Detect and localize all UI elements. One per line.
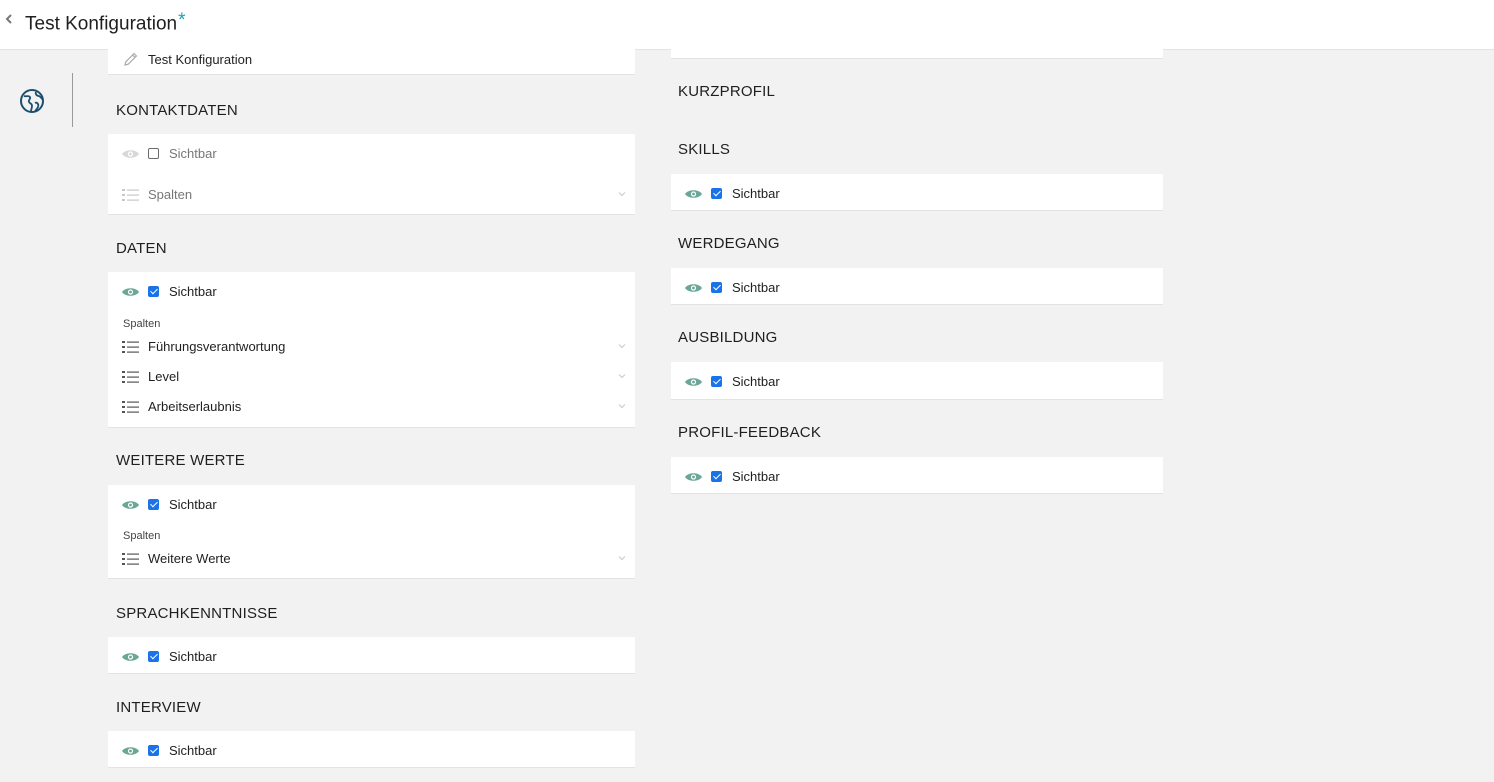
columns-label: Spalten [123,530,161,542]
visible-checkbox[interactable] [711,282,722,293]
eye-icon [685,473,702,481]
column-select-arbeitserlaubnis[interactable]: Arbeitserlaubnis [108,396,635,418]
column-value: Weitere Werte [148,551,231,566]
visibility-row: Sichtbar [108,493,635,517]
card-ausbildung: Sichtbar [671,362,1163,400]
section-title-skills: SKILLS [678,141,731,158]
card-sprachkenntnisse: Sichtbar [108,637,635,674]
chevron-down-icon [618,374,626,379]
columns-placeholder: Spalten [148,187,193,202]
visible-checkbox[interactable] [148,286,159,297]
section-title-werdegang: WERDEGANG [678,235,780,252]
sidebar-divider [72,73,73,127]
visibility-row: Sichtbar [671,276,1163,300]
visible-label: Sichtbar [732,374,780,389]
visible-label: Sichtbar [732,280,780,295]
card-interview: Sichtbar [108,731,635,768]
eye-icon [685,378,702,386]
column-value: Führungsverantwortung [148,339,286,354]
list-icon [122,341,139,353]
eye-icon [685,284,702,292]
card-daten: Sichtbar Spalten Führungsverantwortung L… [108,272,635,428]
visible-checkbox[interactable] [148,499,159,510]
column-select-level[interactable]: Level [108,366,635,388]
chevron-down-icon [618,192,626,197]
visibility-row: Sichtbar [108,739,635,763]
section-title-weitere-werte: WEITERE WERTE [116,452,245,469]
name-field-card: Test Konfiguration [108,48,635,75]
section-title-kurzprofil: KURZPROFIL [678,83,776,100]
visible-label: Sichtbar [169,284,217,299]
pencil-icon [124,52,138,66]
list-icon [122,189,139,201]
eye-icon [122,501,139,509]
card-weitere-werte: Sichtbar Spalten Weitere Werte [108,485,635,579]
visibility-row: Sichtbar [108,280,635,304]
visibility-row: Sichtbar [108,645,635,669]
column-value: Level [148,369,180,384]
visibility-row: Sichtbar [671,182,1163,206]
card-skills: Sichtbar [671,174,1163,211]
card-kontaktdaten: Sichtbar Spalten [108,134,635,215]
visibility-row: Sichtbar [108,142,635,166]
card-werdegang: Sichtbar [671,268,1163,305]
eye-icon [122,288,139,296]
chevron-down-icon [618,344,626,349]
visibility-row: Sichtbar [671,370,1163,394]
page-title-text: Test Konfiguration [25,13,178,35]
visible-label: Sichtbar [169,743,217,758]
eye-icon [122,653,139,661]
section-title-profil-feedback: PROFIL-FEEDBACK [678,424,822,441]
visible-checkbox[interactable] [711,376,722,387]
page-title: Test Konfiguration* [25,6,186,35]
back-chevron-icon[interactable] [5,13,13,25]
visible-label: Sichtbar [169,497,217,512]
chevron-down-icon [618,404,626,409]
list-icon [122,371,139,383]
unsaved-marker: * [178,10,186,31]
eye-icon [122,747,139,755]
card-profil-feedback: Sichtbar [671,457,1163,494]
visible-checkbox[interactable] [148,745,159,756]
visible-checkbox[interactable] [148,651,159,662]
column-select-fuehrungsverantwortung[interactable]: Führungsverantwortung [108,336,635,358]
section-title-sprachkenntnisse: SPRACHKENNTNISSE [116,605,278,622]
visible-checkbox[interactable] [148,148,159,159]
eye-icon [685,190,702,198]
configuration-name-input[interactable]: Test Konfiguration [148,52,252,67]
visible-label: Sichtbar [169,146,217,161]
section-title-interview: INTERVIEW [116,699,201,716]
columns-select[interactable]: Spalten [108,184,635,206]
visible-label: Sichtbar [732,469,780,484]
column-select-weitere-werte[interactable]: Weitere Werte [108,548,635,570]
chevron-down-icon [618,556,626,561]
list-icon [122,553,139,565]
visible-label: Sichtbar [732,186,780,201]
card-top-cutoff [671,48,1163,59]
section-title-kontaktdaten: KONTAKTDATEN [116,102,238,119]
globe-icon[interactable] [19,88,45,114]
visible-checkbox[interactable] [711,188,722,199]
top-bar: Test Konfiguration* [0,0,1494,50]
columns-label: Spalten [123,318,161,330]
visible-checkbox[interactable] [711,471,722,482]
column-value: Arbeitserlaubnis [148,399,242,414]
eye-icon [122,150,139,158]
visible-label: Sichtbar [169,649,217,664]
list-icon [122,401,139,413]
section-title-ausbildung: AUSBILDUNG [678,329,778,346]
section-title-daten: DATEN [116,240,167,257]
visibility-row: Sichtbar [671,465,1163,489]
